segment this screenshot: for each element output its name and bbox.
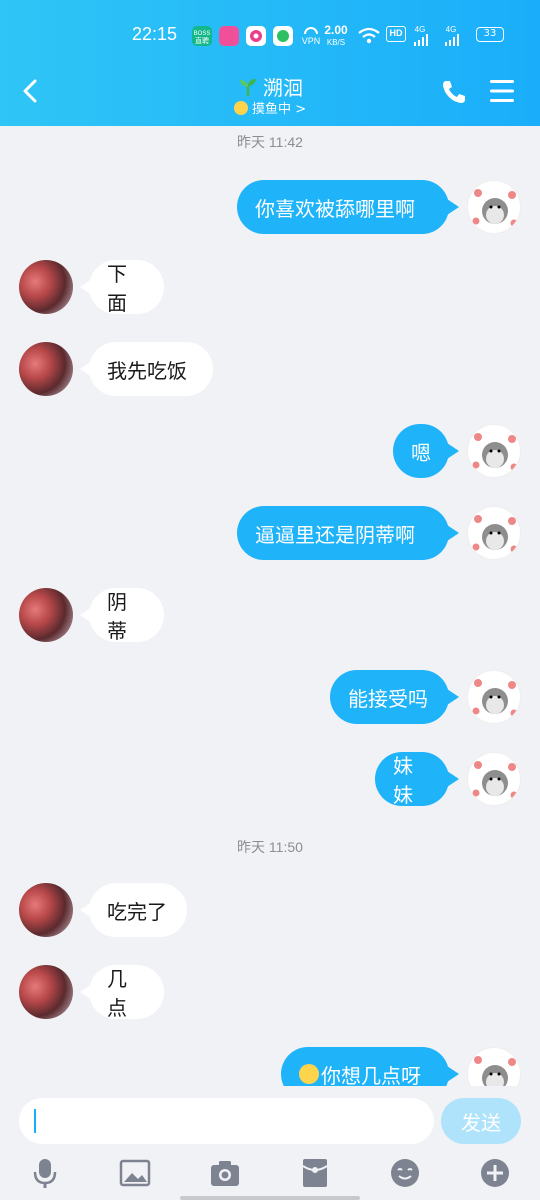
signal1-icon	[414, 34, 428, 46]
timestamp: 昨天 11:42	[237, 134, 303, 150]
contact-avatar[interactable]	[19, 965, 73, 1019]
message-bubble-me[interactable]: 能接受吗	[330, 670, 449, 724]
my-avatar[interactable]	[467, 424, 521, 478]
message-bubble-them[interactable]: 阴蒂	[89, 588, 164, 643]
message-text: 你想几点呀	[321, 1063, 421, 1087]
boss-app-icon: BOSS 直聘	[192, 26, 212, 46]
wifi-icon	[358, 27, 380, 44]
bubble-tail	[447, 525, 459, 541]
send-button[interactable]: 发送	[441, 1098, 521, 1144]
status-arrow: >	[295, 102, 307, 117]
chat-header: 22:15 BOSS 直聘 VPN 2.00 KB/S HD 4G 4G 33	[0, 0, 540, 126]
my-avatar[interactable]	[467, 670, 521, 724]
status-bar: 22:15 BOSS 直聘 VPN 2.00 KB/S HD 4G 4G 33	[0, 22, 540, 50]
bubble-tail	[447, 689, 459, 705]
sprout-icon	[240, 78, 256, 96]
text-caret	[34, 1109, 36, 1133]
menu-icon[interactable]	[488, 78, 516, 104]
message-bubble-me[interactable]: 你想几点呀	[281, 1047, 449, 1086]
camera-icon[interactable]	[208, 1156, 242, 1190]
vpn-icon	[304, 27, 318, 35]
message-bubble-them[interactable]: 我先吃饭	[89, 342, 213, 396]
signal2-icon	[445, 34, 459, 46]
message-bubble-them[interactable]: 下面	[89, 260, 164, 315]
speed-unit: KB/S	[326, 38, 346, 47]
status-text: 摸鱼中	[252, 102, 292, 117]
bubble-tail	[447, 1066, 459, 1082]
contact-avatar[interactable]	[19, 883, 73, 937]
contact-name: 溯洄	[263, 76, 303, 100]
my-avatar[interactable]	[467, 180, 521, 234]
message-bubble-me[interactable]: 逼逼里还是阴蒂啊	[237, 506, 449, 560]
message-row-partial: 你想几点呀	[0, 1040, 540, 1086]
contact-avatar[interactable]	[19, 342, 73, 396]
message-bubble-them[interactable]: 吃完了	[89, 883, 187, 937]
status-time: 22:15	[132, 24, 178, 44]
shopping-app-icon	[219, 26, 239, 46]
bubble-tail	[447, 199, 459, 215]
message-bubble-me[interactable]: 妹妹	[375, 752, 449, 807]
message-bubble-them[interactable]: 几点	[89, 965, 164, 1020]
chat-app-icon	[273, 26, 293, 46]
message-bubble-me[interactable]: 你喜欢被舔哪里啊	[237, 180, 449, 234]
home-indicator	[180, 1196, 360, 1200]
photo-app-icon	[246, 26, 266, 46]
my-avatar[interactable]	[467, 506, 521, 560]
phone-icon[interactable]	[440, 78, 468, 106]
image-icon[interactable]	[118, 1156, 152, 1190]
red-packet-icon[interactable]	[298, 1156, 332, 1190]
speed-value: 2.00	[324, 23, 348, 37]
bubble-tail	[447, 771, 459, 787]
input-area: 发送	[0, 1086, 540, 1200]
status-emoji-icon	[233, 101, 248, 115]
contact-avatar[interactable]	[19, 588, 73, 642]
message-bubble-me[interactable]: 嗯	[393, 424, 449, 478]
battery-indicator: 33	[476, 27, 504, 42]
boss-label-bottom: 直聘	[195, 38, 209, 45]
contact-avatar[interactable]	[19, 260, 73, 314]
hd-icon: HD	[386, 26, 406, 42]
smile-emoji-icon	[299, 1064, 319, 1084]
my-avatar[interactable]	[467, 752, 521, 806]
my-avatar[interactable]	[467, 1047, 521, 1086]
bubble-tail	[447, 443, 459, 459]
message-input[interactable]	[19, 1098, 434, 1144]
vpn-label: VPN	[301, 36, 321, 46]
plus-icon[interactable]	[478, 1156, 512, 1190]
timestamp: 昨天 11:50	[237, 839, 303, 855]
microphone-icon[interactable]	[28, 1156, 62, 1190]
emoji-icon[interactable]	[388, 1156, 422, 1190]
